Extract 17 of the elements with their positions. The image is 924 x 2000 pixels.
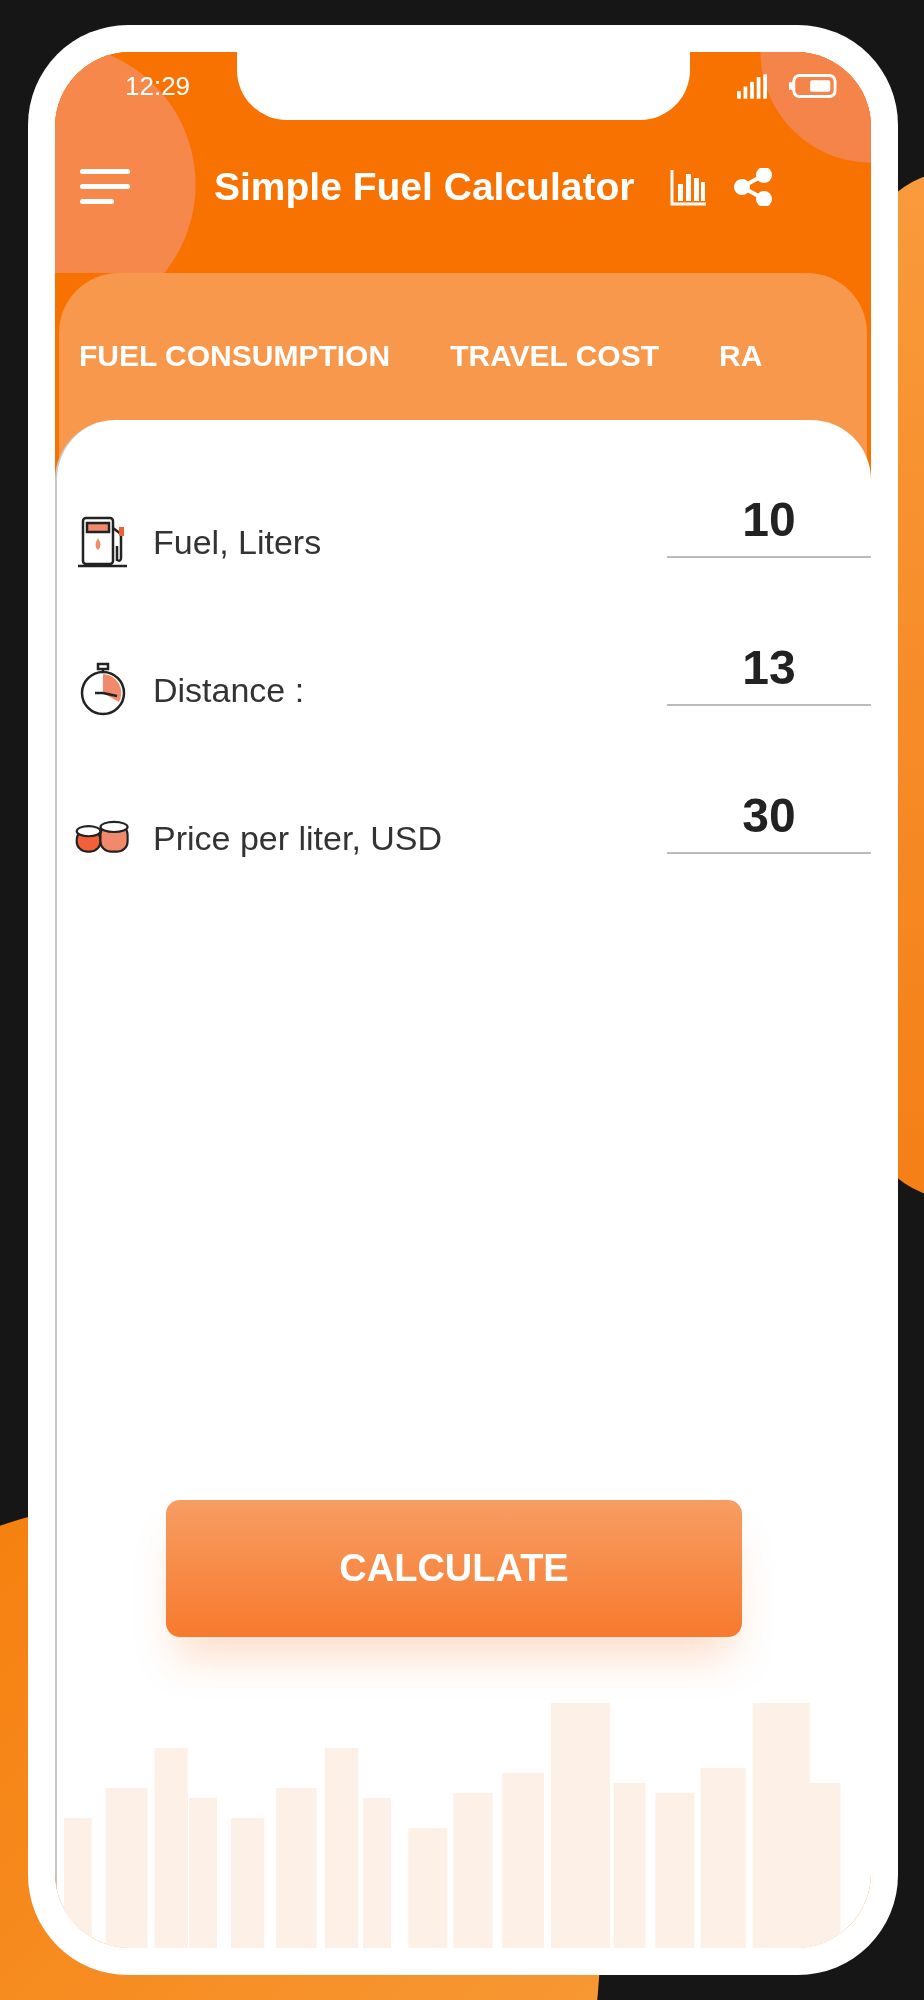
calculate-button[interactable]: CALCULATE [166,1500,742,1637]
menu-icon[interactable] [80,166,132,207]
signal-icon [737,73,767,99]
tab[interactable]: FUEL CONSUMPTION [79,321,391,391]
tab[interactable]: RA [719,321,763,391]
tab[interactable]: TRAVEL COST [450,321,660,391]
input-field[interactable]: 13 [667,636,871,706]
field-label: Fuel, Liters [153,522,323,562]
field-label: Price per liter, USD [153,818,444,858]
share-icon[interactable] [734,167,773,206]
status-time: 12:29 [125,70,191,102]
battery-icon [789,73,837,99]
field-label: Distance : [153,670,306,710]
input-field[interactable]: 10 [667,488,871,558]
input-field[interactable]: 30 [667,784,871,854]
bar-chart-icon[interactable] [670,167,709,206]
app-title: Simple Fuel Calculator [214,164,635,209]
